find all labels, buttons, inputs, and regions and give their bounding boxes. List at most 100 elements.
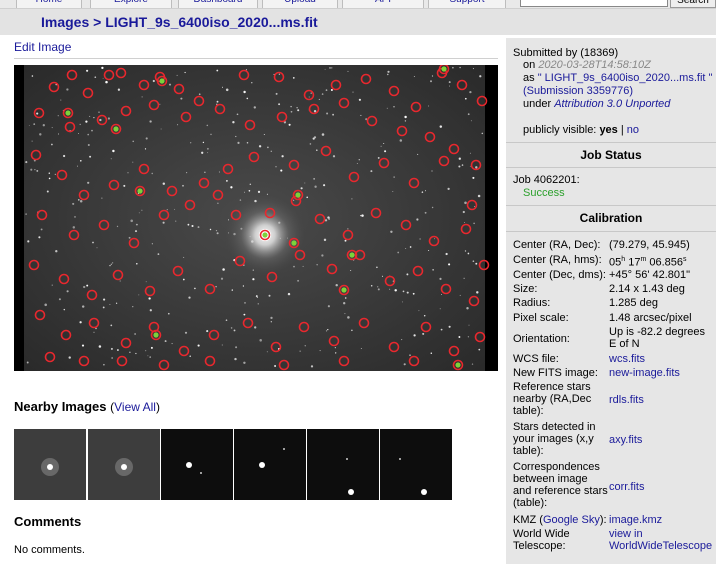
nearby-thumb-6[interactable] — [380, 429, 452, 500]
wcs-file-link[interactable]: wcs.fits — [609, 353, 713, 365]
cal-key: Radius: — [513, 297, 551, 309]
background-star — [402, 290, 405, 293]
background-star — [128, 236, 131, 239]
google-sky-link[interactable]: Google Sky — [543, 514, 600, 526]
license-link[interactable]: Attribution 3.0 Unported — [554, 98, 670, 110]
background-star — [176, 74, 178, 76]
background-star — [55, 250, 58, 253]
background-star — [332, 113, 334, 116]
on-label: on — [523, 59, 536, 71]
background-star — [111, 357, 113, 359]
background-star — [323, 184, 326, 187]
background-star — [431, 75, 434, 77]
background-star — [58, 298, 61, 301]
background-star — [304, 182, 306, 184]
kmz-link[interactable]: image.kmz — [609, 514, 713, 526]
background-star — [249, 183, 252, 186]
background-star — [39, 133, 42, 136]
background-star — [57, 133, 60, 135]
background-star — [275, 92, 278, 95]
corr-link[interactable]: corr.fits — [609, 481, 713, 493]
background-star — [424, 211, 427, 214]
background-star — [197, 226, 200, 229]
background-star — [327, 328, 329, 331]
background-star — [218, 171, 220, 173]
nearby-thumb-3[interactable] — [161, 429, 233, 500]
background-star — [166, 208, 168, 211]
star-field-svg — [24, 65, 490, 371]
background-star — [210, 133, 212, 136]
background-star — [105, 80, 108, 84]
nav-api[interactable]: API — [342, 0, 424, 8]
background-star — [119, 280, 121, 282]
cal-key: Pixel scale: — [513, 312, 569, 324]
nearby-thumb-1[interactable] — [14, 429, 86, 500]
edit-image-link[interactable]: Edit Image — [14, 40, 71, 54]
search-button[interactable]: Search — [670, 0, 716, 8]
background-star — [399, 139, 403, 142]
background-star — [314, 185, 317, 188]
background-star — [116, 349, 119, 351]
background-star — [347, 228, 349, 230]
rdls-link[interactable]: rdls.fits — [609, 394, 713, 406]
background-star — [145, 281, 147, 283]
background-star — [132, 306, 134, 308]
nav-upload[interactable]: Upload — [262, 0, 338, 8]
background-star — [422, 332, 425, 335]
background-star — [51, 127, 53, 129]
background-star — [102, 306, 105, 309]
background-star — [77, 165, 78, 167]
background-star — [235, 135, 237, 138]
background-star — [244, 302, 246, 304]
nearby-thumb-5[interactable] — [307, 429, 379, 500]
cal-key: Size: — [513, 283, 538, 295]
nav-support[interactable]: Support — [428, 0, 506, 8]
nav-dashboard[interactable]: Dashboard — [178, 0, 258, 8]
nearby-thumb-4[interactable] — [234, 429, 306, 500]
search-input[interactable] — [520, 0, 668, 7]
new-image-link[interactable]: new-image.fits — [609, 367, 713, 379]
background-star — [136, 262, 138, 265]
submission-link[interactable]: (Submission 3359776) — [523, 85, 633, 97]
public-no-link[interactable]: no — [627, 124, 639, 136]
background-star — [204, 171, 206, 173]
cal-key: Orientation: — [513, 333, 570, 345]
breadcrumb-current[interactable]: LIGHT_9s_6400iso_2020...ms.fit — [105, 14, 317, 30]
cal-key: Stars detected in your images (x,y table… — [513, 421, 596, 457]
background-star — [174, 208, 176, 210]
cal-value: 2.14 x 1.43 deg — [609, 283, 685, 295]
view-all-link[interactable]: View All — [114, 400, 156, 414]
background-star — [448, 81, 451, 84]
axy-link[interactable]: axy.fits — [609, 434, 713, 446]
nav-home[interactable]: Home — [16, 0, 82, 8]
original-file-link[interactable]: " LIGHT_9s_6400iso_2020...ms.fit " — [538, 72, 713, 84]
background-star — [281, 155, 284, 158]
background-star — [404, 120, 407, 122]
breadcrumb-images-link[interactable]: Images — [41, 14, 89, 30]
background-star — [448, 263, 451, 266]
background-star — [197, 344, 200, 347]
background-star — [458, 157, 461, 160]
background-star — [413, 334, 416, 337]
background-star — [459, 294, 461, 296]
background-star — [479, 75, 482, 78]
background-star — [440, 293, 443, 296]
background-star — [31, 140, 33, 142]
background-star — [83, 285, 86, 289]
background-star — [270, 321, 272, 323]
annotated-image[interactable] — [14, 65, 498, 371]
background-star — [417, 153, 419, 155]
background-star — [91, 129, 93, 132]
background-star — [62, 154, 66, 158]
background-star — [103, 298, 106, 301]
background-star — [134, 333, 136, 335]
wwt-link[interactable]: view in WorldWideTelescope — [609, 528, 713, 552]
background-star — [147, 355, 149, 357]
cal-key: Correspondences between image and refere… — [513, 461, 608, 509]
background-star — [134, 230, 138, 233]
nav-explore[interactable]: Explore — [90, 0, 172, 8]
nearby-thumb-2[interactable] — [88, 429, 160, 500]
background-star — [248, 189, 251, 192]
background-star — [112, 149, 115, 153]
background-star — [206, 147, 209, 150]
